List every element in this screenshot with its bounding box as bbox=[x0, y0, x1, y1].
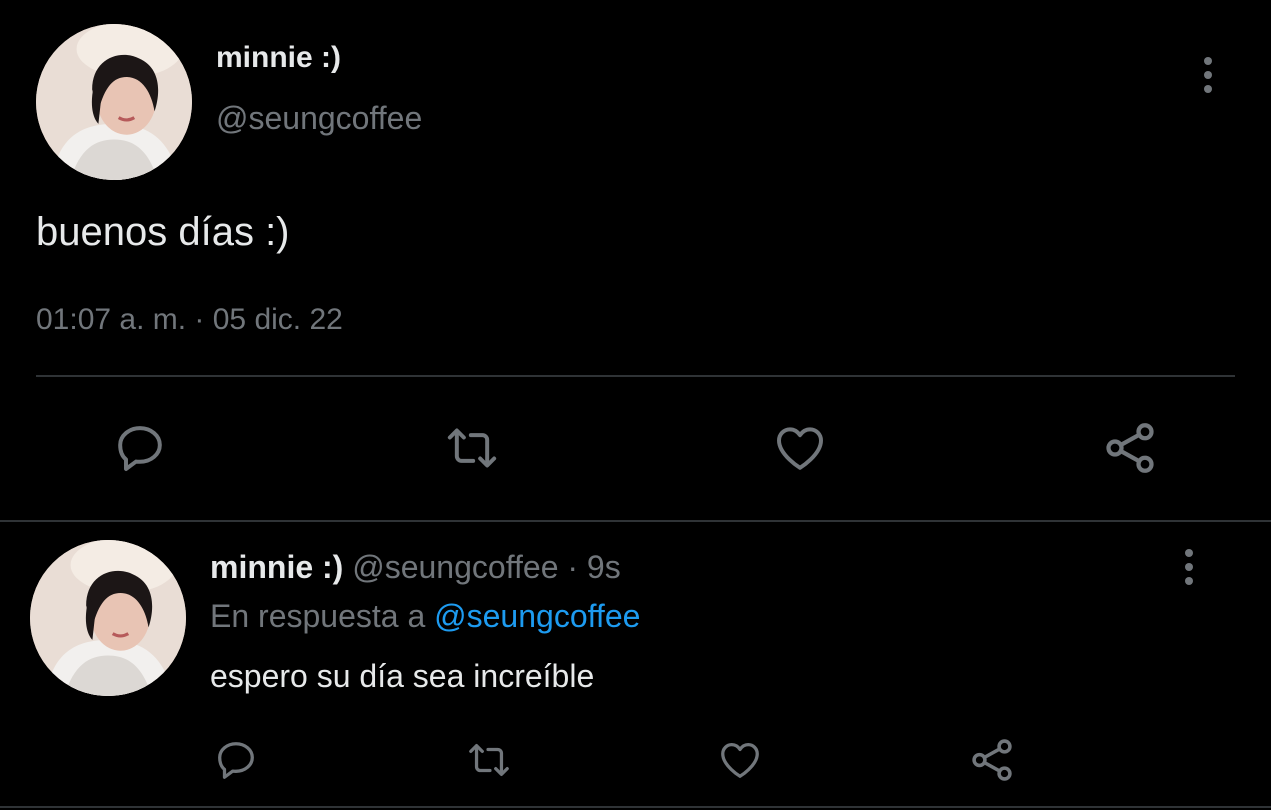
like-icon bbox=[721, 743, 759, 778]
reply-header: minnie :) @seungcoffee · 9s bbox=[210, 548, 621, 586]
like-button[interactable] bbox=[714, 736, 766, 784]
retweet-icon bbox=[469, 743, 509, 777]
tweet-text: espero su día sea increíble bbox=[210, 658, 595, 694]
tweet-timestamp[interactable]: 01:07 a. m. · 05 dic. 22 bbox=[36, 302, 343, 338]
share-icon bbox=[1106, 423, 1154, 473]
tweet-text: buenos días :) bbox=[36, 210, 290, 254]
retweet-button[interactable] bbox=[461, 736, 517, 784]
like-button[interactable] bbox=[770, 418, 830, 478]
more-options-icon[interactable] bbox=[1184, 549, 1194, 585]
reply-icon bbox=[218, 742, 254, 779]
handle[interactable]: @seungcoffee bbox=[352, 549, 558, 585]
share-icon bbox=[972, 739, 1012, 781]
reply-to-link[interactable]: @seungcoffee bbox=[434, 598, 640, 634]
share-button[interactable] bbox=[966, 734, 1018, 786]
bottom-divider bbox=[0, 806, 1271, 808]
reply-icon bbox=[118, 426, 162, 471]
main-tweet: minnie :) @seungcoffee buenos días :) 01… bbox=[0, 0, 1271, 520]
share-button[interactable] bbox=[1098, 416, 1162, 480]
reply-tweet[interactable]: minnie :) @seungcoffee · 9s En respuesta… bbox=[0, 522, 1271, 810]
retweet-icon bbox=[447, 428, 497, 468]
like-icon bbox=[777, 427, 823, 470]
reply-button[interactable] bbox=[110, 418, 170, 478]
more-options-icon[interactable] bbox=[1203, 57, 1213, 93]
reply-button[interactable] bbox=[210, 736, 262, 784]
handle[interactable]: @seungcoffee bbox=[216, 99, 422, 137]
avatar-image bbox=[36, 24, 192, 180]
reply-context: En respuesta a @seungcoffee bbox=[210, 597, 640, 635]
reply-prefix: En respuesta a bbox=[210, 598, 426, 634]
display-name[interactable]: minnie :) bbox=[210, 549, 343, 585]
avatar[interactable] bbox=[30, 540, 186, 696]
avatar[interactable] bbox=[36, 24, 192, 180]
time-ago[interactable]: 9s bbox=[587, 549, 621, 585]
avatar-image bbox=[30, 540, 186, 696]
retweet-button[interactable] bbox=[440, 418, 504, 478]
display-name[interactable]: minnie :) bbox=[216, 40, 341, 76]
divider bbox=[36, 375, 1235, 377]
separator: · bbox=[567, 549, 579, 585]
